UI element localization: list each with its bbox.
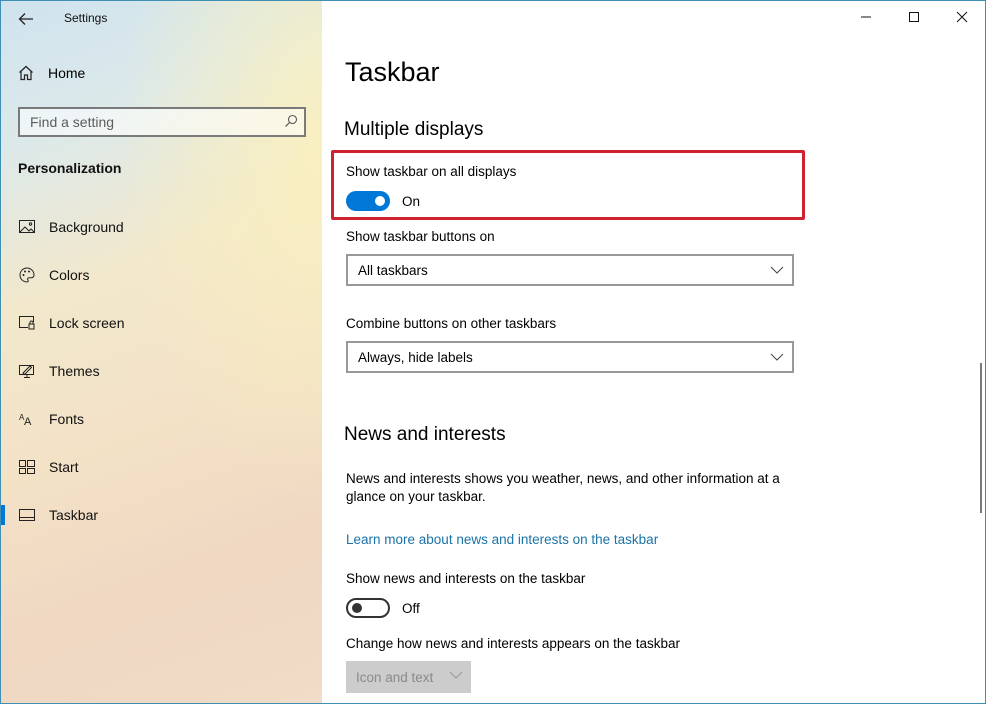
sidebar-item-home[interactable]: Home: [18, 65, 85, 81]
lock-screen-icon: [18, 314, 36, 332]
maximize-button[interactable]: [891, 1, 937, 33]
fonts-icon: AA: [18, 410, 36, 428]
sidebar-item-taskbar[interactable]: Taskbar: [1, 495, 321, 535]
back-button[interactable]: [15, 9, 37, 29]
section-heading-news: News and interests: [344, 424, 506, 445]
search-icon[interactable]: [284, 114, 298, 133]
minimize-button[interactable]: [843, 1, 889, 33]
close-button[interactable]: [939, 1, 985, 33]
sidebar-item-themes[interactable]: Themes: [1, 351, 321, 391]
taskbar-icon: [18, 506, 36, 524]
dropdown-value: All taskbars: [358, 262, 428, 278]
sidebar-item-label: Taskbar: [49, 507, 99, 523]
toggle-knob: [375, 196, 385, 206]
dropdown-value: Always, hide labels: [358, 349, 473, 365]
sidebar-item-label: Themes: [49, 363, 100, 379]
page-title: Taskbar: [345, 57, 440, 87]
buttons-on-dropdown[interactable]: All taskbars: [346, 254, 794, 286]
app-title: Settings: [64, 11, 108, 25]
combine-other-label: Combine buttons on other taskbars: [346, 316, 557, 331]
minimize-icon: [861, 16, 871, 18]
chevron-down-icon: [449, 671, 463, 679]
sidebar-item-fonts[interactable]: AA Fonts: [1, 399, 321, 439]
sidebar-item-label: Start: [49, 459, 79, 475]
section-label: Personalization: [18, 160, 122, 176]
news-appearance-label: Change how news and interests appears on…: [346, 636, 680, 651]
close-icon: [956, 11, 968, 23]
settings-window: Settings Home Personalization Background…: [0, 0, 986, 704]
show-on-all-displays-state: On: [402, 194, 421, 209]
highlight-annotation: [331, 150, 805, 220]
sidebar-item-colors[interactable]: Colors: [1, 255, 321, 295]
search-box[interactable]: [18, 107, 306, 137]
show-news-toggle[interactable]: [346, 598, 390, 618]
show-on-all-displays-toggle[interactable]: [346, 191, 390, 211]
palette-icon: [18, 266, 36, 284]
show-on-all-displays-label: Show taskbar on all displays: [346, 164, 517, 179]
news-description: News and interests shows you weather, ne…: [346, 471, 780, 504]
home-icon: [19, 65, 33, 81]
home-label: Home: [48, 65, 86, 81]
sidebar: Settings Home Personalization Background…: [1, 1, 322, 703]
sidebar-item-background[interactable]: Background: [1, 207, 321, 247]
show-news-label: Show news and interests on the taskbar: [346, 571, 586, 586]
sidebar-item-label: Fonts: [49, 411, 85, 427]
show-news-state: Off: [402, 601, 420, 616]
themes-icon: [18, 362, 36, 380]
sidebar-item-label: Colors: [49, 267, 90, 283]
sidebar-item-label: Lock screen: [49, 315, 125, 331]
chevron-down-icon: [770, 266, 784, 274]
sidebar-item-start[interactable]: Start: [1, 447, 321, 487]
back-arrow-icon: [18, 13, 33, 25]
active-indicator: [1, 505, 5, 525]
dropdown-value: Icon and text: [356, 669, 434, 685]
section-heading-multiple-displays: Multiple displays: [344, 119, 484, 140]
chevron-down-icon: [770, 353, 784, 361]
search-input[interactable]: [20, 114, 270, 130]
news-appearance-dropdown[interactable]: Icon and text: [346, 661, 471, 693]
start-icon: [18, 458, 36, 476]
buttons-on-label: Show taskbar buttons on: [346, 229, 495, 244]
learn-more-link[interactable]: Learn more about news and interests on t…: [346, 532, 658, 547]
sidebar-item-lock-screen[interactable]: Lock screen: [1, 303, 321, 343]
maximize-icon: [909, 12, 919, 22]
sidebar-item-label: Background: [49, 219, 124, 235]
main-panel: Taskbar Multiple displays Show taskbar o…: [322, 1, 985, 703]
svg-text:A: A: [24, 416, 32, 426]
scrollbar[interactable]: [980, 363, 982, 513]
toggle-knob: [352, 603, 362, 613]
picture-icon: [18, 218, 36, 236]
combine-other-dropdown[interactable]: Always, hide labels: [346, 341, 794, 373]
